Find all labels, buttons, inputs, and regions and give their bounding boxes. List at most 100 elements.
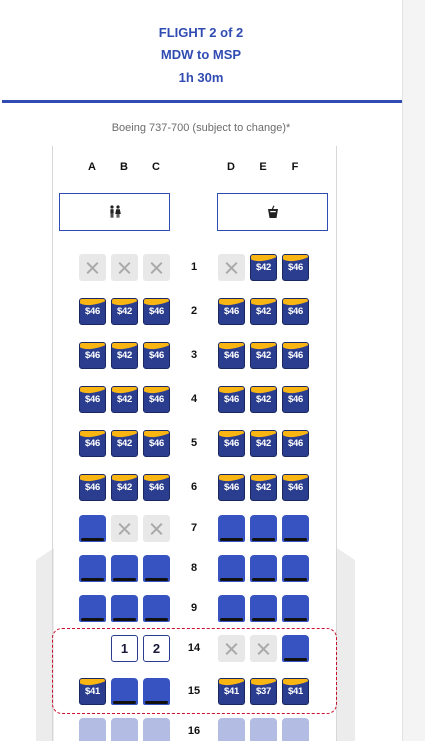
seat-price: $46: [149, 306, 164, 317]
seat-4a[interactable]: $46: [79, 386, 106, 413]
seat-6b[interactable]: $42: [111, 474, 138, 501]
seat-8a[interactable]: [79, 555, 106, 582]
column-letter-b: B: [120, 161, 128, 173]
seat-3a[interactable]: $46: [79, 342, 106, 369]
seat-price: $46: [288, 262, 303, 273]
seat-16d: [218, 718, 245, 741]
row-number-16: 16: [187, 725, 201, 737]
seat-7d[interactable]: [218, 515, 245, 542]
seat-9f[interactable]: [282, 595, 309, 622]
seat-price: $46: [288, 350, 303, 361]
seat-4d[interactable]: $46: [218, 386, 245, 413]
seat-6d[interactable]: $46: [218, 474, 245, 501]
seat-2c[interactable]: $46: [143, 298, 170, 325]
seat-2a[interactable]: $46: [79, 298, 106, 325]
seat-6c[interactable]: $46: [143, 474, 170, 501]
restroom-facility: [59, 193, 170, 231]
seat-2e[interactable]: $42: [250, 298, 277, 325]
seat-5f[interactable]: $46: [282, 430, 309, 457]
seat-price: $42: [117, 482, 132, 493]
seat-price: $42: [256, 482, 271, 493]
row-number-1: 1: [190, 261, 198, 273]
seat-9e[interactable]: [250, 595, 277, 622]
seat-price: $42: [117, 306, 132, 317]
seat-1e[interactable]: $42: [250, 254, 277, 281]
seat-16b: [111, 718, 138, 741]
seat-5e[interactable]: $42: [250, 430, 277, 457]
seat-price: $42: [256, 394, 271, 405]
seat-price: $46: [288, 482, 303, 493]
seat-9b[interactable]: [111, 595, 138, 622]
seat-price: $46: [224, 394, 239, 405]
seat-8e[interactable]: [250, 555, 277, 582]
seat-1d: [218, 254, 245, 281]
seat-4b[interactable]: $42: [111, 386, 138, 413]
seat-1f[interactable]: $46: [282, 254, 309, 281]
seat-9d[interactable]: [218, 595, 245, 622]
galley-facility: [217, 193, 328, 231]
seat-5a[interactable]: $46: [79, 430, 106, 457]
seat-3d[interactable]: $46: [218, 342, 245, 369]
seat-16c: [143, 718, 170, 741]
seat-price: $46: [85, 306, 100, 317]
seat-7f[interactable]: [282, 515, 309, 542]
seat-4e[interactable]: $42: [250, 386, 277, 413]
seat-price: $46: [85, 350, 100, 361]
seat-16a: [79, 718, 106, 741]
seat-2b[interactable]: $42: [111, 298, 138, 325]
seat-7e[interactable]: [250, 515, 277, 542]
seat-5c[interactable]: $46: [143, 430, 170, 457]
column-letter-f: F: [291, 161, 299, 173]
restroom-icon: [109, 205, 121, 218]
row-number-2: 2: [190, 305, 198, 317]
seat-9a[interactable]: [79, 595, 106, 622]
seat-price: $46: [149, 394, 164, 405]
seat-4c[interactable]: $46: [143, 386, 170, 413]
seat-8d[interactable]: [218, 555, 245, 582]
seat-2f[interactable]: $46: [282, 298, 309, 325]
seat-9c[interactable]: [143, 595, 170, 622]
flight-route: MDW to MSP: [160, 47, 242, 62]
seat-price: $46: [224, 306, 239, 317]
seat-price: $46: [85, 438, 100, 449]
seat-price: $46: [288, 394, 303, 405]
seat-price: $42: [256, 350, 271, 361]
row-number-9: 9: [190, 602, 198, 614]
seat-price: $42: [256, 438, 271, 449]
flight-count: FLIGHT 2 of 2: [158, 25, 244, 40]
seat-6f[interactable]: $46: [282, 474, 309, 501]
drink-icon: [267, 205, 278, 218]
row-number-5: 5: [190, 437, 198, 449]
seat-3c[interactable]: $46: [143, 342, 170, 369]
seat-3f[interactable]: $46: [282, 342, 309, 369]
seat-price: $46: [149, 438, 164, 449]
seat-price: $42: [117, 438, 132, 449]
scrollbar-track[interactable]: [402, 0, 425, 741]
seat-5b[interactable]: $42: [111, 430, 138, 457]
seat-7a[interactable]: [79, 515, 106, 542]
seat-1a: [79, 254, 106, 281]
seat-6a[interactable]: $46: [79, 474, 106, 501]
seat-price: $46: [149, 350, 164, 361]
seat-8c[interactable]: [143, 555, 170, 582]
header-underline: [2, 100, 402, 103]
seat-5d[interactable]: $46: [218, 430, 245, 457]
seat-price: $46: [149, 482, 164, 493]
seat-8f[interactable]: [282, 555, 309, 582]
seat-7c: [143, 515, 170, 542]
column-letter-a: A: [88, 161, 96, 173]
seat-3e[interactable]: $42: [250, 342, 277, 369]
seat-price: $46: [224, 350, 239, 361]
flight-header: FLIGHT 2 of 2 MDW to MSP 1h 30m: [0, 0, 402, 104]
seat-6e[interactable]: $42: [250, 474, 277, 501]
seat-4f[interactable]: $46: [282, 386, 309, 413]
right-wing: [337, 548, 355, 741]
seat-16e: [250, 718, 277, 741]
flight-duration: 1h 30m: [178, 70, 224, 85]
seat-8b[interactable]: [111, 555, 138, 582]
seat-1c: [143, 254, 170, 281]
seat-3b[interactable]: $42: [111, 342, 138, 369]
row-number-4: 4: [190, 393, 198, 405]
seat-price: $46: [85, 482, 100, 493]
seat-2d[interactable]: $46: [218, 298, 245, 325]
